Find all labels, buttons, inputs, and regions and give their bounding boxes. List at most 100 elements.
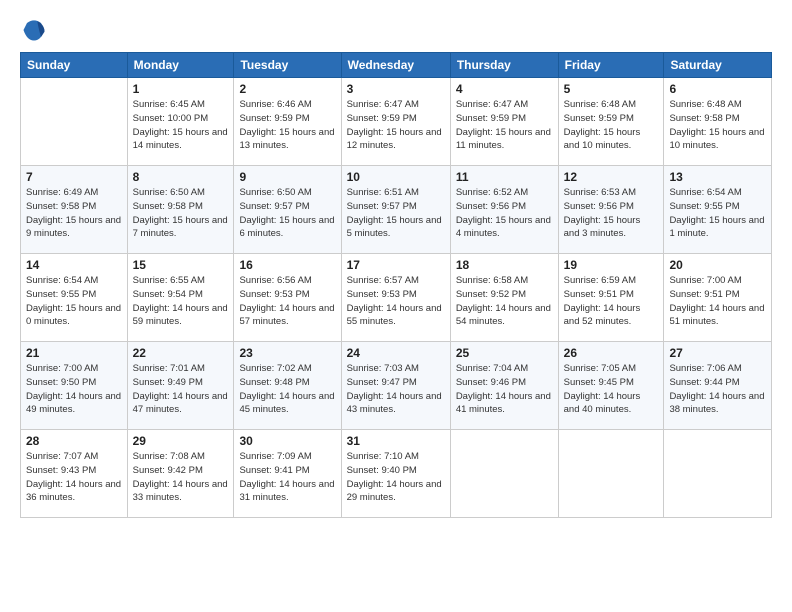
calendar-day-cell: 8 Sunrise: 6:50 AMSunset: 9:58 PMDaylight… [127,166,234,254]
day-info: Sunrise: 7:00 AMSunset: 9:51 PMDaylight:… [669,274,766,329]
day-number: 26 [564,346,659,360]
day-number: 16 [239,258,335,272]
weekday-header: Saturday [664,53,772,78]
calendar-day-cell: 25Sunrise: 7:04 AMSunset: 9:46 PMDayligh… [450,342,558,430]
day-number: 23 [239,346,335,360]
day-info: Sunrise: 7:01 AMSunset: 9:49 PMDaylight:… [133,362,229,417]
day-info: Sunrise: 6:45 AMSunset: 10:00 PMDaylight… [133,98,229,153]
calendar-day-cell: 23 Sunrise: 7:02 AMSunset: 9:48 PMDayligh… [234,342,341,430]
weekday-header: Friday [558,53,664,78]
day-number: 20 [669,258,766,272]
weekday-header: Thursday [450,53,558,78]
day-number: 4 [456,82,553,96]
calendar-week-row: 14 Sunrise: 6:54 AMSunset: 9:55 PMDayligh… [21,254,772,342]
calendar-day-cell [450,430,558,518]
day-info: Sunrise: 6:50 AMSunset: 9:57 PMDaylight:… [239,186,335,241]
day-info: Sunrise: 6:57 AMSunset: 9:53 PMDaylight:… [347,274,445,329]
day-number: 19 [564,258,659,272]
calendar-day-cell [664,430,772,518]
day-info: Sunrise: 6:47 AMSunset: 9:59 PMDaylight:… [456,98,553,153]
day-info: Sunrise: 6:48 AMSunset: 9:58 PMDaylight:… [669,98,766,153]
day-number: 5 [564,82,659,96]
day-info: Sunrise: 7:06 AMSunset: 9:44 PMDaylight:… [669,362,766,417]
header [20,16,772,44]
day-info: Sunrise: 6:54 AMSunset: 9:55 PMDaylight:… [669,186,766,241]
calendar-day-cell: 28 Sunrise: 7:07 AMSunset: 9:43 PMDayligh… [21,430,128,518]
day-info: Sunrise: 6:53 AMSunset: 9:56 PMDaylight:… [564,186,659,241]
day-info: Sunrise: 7:02 AMSunset: 9:48 PMDaylight:… [239,362,335,417]
day-info: Sunrise: 6:56 AMSunset: 9:53 PMDaylight:… [239,274,335,329]
calendar-week-row: 1 Sunrise: 6:45 AMSunset: 10:00 PMDayligh… [21,78,772,166]
day-info: Sunrise: 6:58 AMSunset: 9:52 PMDaylight:… [456,274,553,329]
calendar-day-cell: 26 Sunrise: 7:05 AMSunset: 9:45 PMDayligh… [558,342,664,430]
day-number: 17 [347,258,445,272]
page: SundayMondayTuesdayWednesdayThursdayFrid… [0,0,792,612]
day-info: Sunrise: 6:55 AMSunset: 9:54 PMDaylight:… [133,274,229,329]
day-number: 18 [456,258,553,272]
day-info: Sunrise: 7:10 AMSunset: 9:40 PMDaylight:… [347,450,445,505]
day-number: 15 [133,258,229,272]
logo-icon [20,16,48,44]
weekday-header: Monday [127,53,234,78]
day-number: 8 [133,170,229,184]
day-number: 10 [347,170,445,184]
day-number: 21 [26,346,122,360]
calendar-day-cell: 22Sunrise: 7:01 AMSunset: 9:49 PMDayligh… [127,342,234,430]
day-info: Sunrise: 6:52 AMSunset: 9:56 PMDaylight:… [456,186,553,241]
calendar-day-cell [21,78,128,166]
day-number: 1 [133,82,229,96]
day-info: Sunrise: 7:05 AMSunset: 9:45 PMDaylight:… [564,362,659,417]
weekday-header: Wednesday [341,53,450,78]
calendar-day-cell: 7 Sunrise: 6:49 AMSunset: 9:58 PMDaylight… [21,166,128,254]
calendar-day-cell: 5 Sunrise: 6:48 AMSunset: 9:59 PMDaylight… [558,78,664,166]
day-number: 2 [239,82,335,96]
calendar-day-cell: 3 Sunrise: 6:47 AMSunset: 9:59 PMDaylight… [341,78,450,166]
day-info: Sunrise: 6:47 AMSunset: 9:59 PMDaylight:… [347,98,445,153]
day-number: 12 [564,170,659,184]
calendar-day-cell: 31 Sunrise: 7:10 AMSunset: 9:40 PMDayligh… [341,430,450,518]
day-info: Sunrise: 6:54 AMSunset: 9:55 PMDaylight:… [26,274,122,329]
calendar-day-cell: 16 Sunrise: 6:56 AMSunset: 9:53 PMDayligh… [234,254,341,342]
calendar-day-cell [558,430,664,518]
day-number: 14 [26,258,122,272]
day-info: Sunrise: 6:59 AMSunset: 9:51 PMDaylight:… [564,274,659,329]
calendar-day-cell: 14 Sunrise: 6:54 AMSunset: 9:55 PMDayligh… [21,254,128,342]
calendar-day-cell: 10 Sunrise: 6:51 AMSunset: 9:57 PMDayligh… [341,166,450,254]
day-number: 11 [456,170,553,184]
calendar-day-cell: 6 Sunrise: 6:48 AMSunset: 9:58 PMDaylight… [664,78,772,166]
day-info: Sunrise: 6:51 AMSunset: 9:57 PMDaylight:… [347,186,445,241]
calendar-day-cell: 20 Sunrise: 7:00 AMSunset: 9:51 PMDayligh… [664,254,772,342]
day-number: 28 [26,434,122,448]
day-info: Sunrise: 6:46 AMSunset: 9:59 PMDaylight:… [239,98,335,153]
calendar-day-cell: 29Sunrise: 7:08 AMSunset: 9:42 PMDayligh… [127,430,234,518]
calendar-table: SundayMondayTuesdayWednesdayThursdayFrid… [20,52,772,518]
day-info: Sunrise: 7:07 AMSunset: 9:43 PMDaylight:… [26,450,122,505]
day-info: Sunrise: 7:08 AMSunset: 9:42 PMDaylight:… [133,450,229,505]
calendar-week-row: 28 Sunrise: 7:07 AMSunset: 9:43 PMDayligh… [21,430,772,518]
calendar-day-cell: 12 Sunrise: 6:53 AMSunset: 9:56 PMDayligh… [558,166,664,254]
day-info: Sunrise: 6:50 AMSunset: 9:58 PMDaylight:… [133,186,229,241]
calendar-day-cell: 21 Sunrise: 7:00 AMSunset: 9:50 PMDayligh… [21,342,128,430]
calendar-day-cell: 17 Sunrise: 6:57 AMSunset: 9:53 PMDayligh… [341,254,450,342]
day-info: Sunrise: 6:49 AMSunset: 9:58 PMDaylight:… [26,186,122,241]
logo [20,16,52,44]
calendar-day-cell: 24Sunrise: 7:03 AMSunset: 9:47 PMDayligh… [341,342,450,430]
weekday-header: Tuesday [234,53,341,78]
calendar-day-cell: 2 Sunrise: 6:46 AMSunset: 9:59 PMDaylight… [234,78,341,166]
calendar-day-cell: 27 Sunrise: 7:06 AMSunset: 9:44 PMDayligh… [664,342,772,430]
day-number: 31 [347,434,445,448]
day-number: 3 [347,82,445,96]
calendar-header-row: SundayMondayTuesdayWednesdayThursdayFrid… [21,53,772,78]
day-info: Sunrise: 6:48 AMSunset: 9:59 PMDaylight:… [564,98,659,153]
calendar-day-cell: 9Sunrise: 6:50 AMSunset: 9:57 PMDaylight… [234,166,341,254]
calendar-day-cell: 1 Sunrise: 6:45 AMSunset: 10:00 PMDayligh… [127,78,234,166]
calendar-day-cell: 19 Sunrise: 6:59 AMSunset: 9:51 PMDayligh… [558,254,664,342]
day-number: 24 [347,346,445,360]
day-info: Sunrise: 7:00 AMSunset: 9:50 PMDaylight:… [26,362,122,417]
day-number: 6 [669,82,766,96]
day-number: 27 [669,346,766,360]
day-number: 7 [26,170,122,184]
day-number: 13 [669,170,766,184]
calendar-week-row: 7 Sunrise: 6:49 AMSunset: 9:58 PMDaylight… [21,166,772,254]
calendar-day-cell: 13 Sunrise: 6:54 AMSunset: 9:55 PMDayligh… [664,166,772,254]
